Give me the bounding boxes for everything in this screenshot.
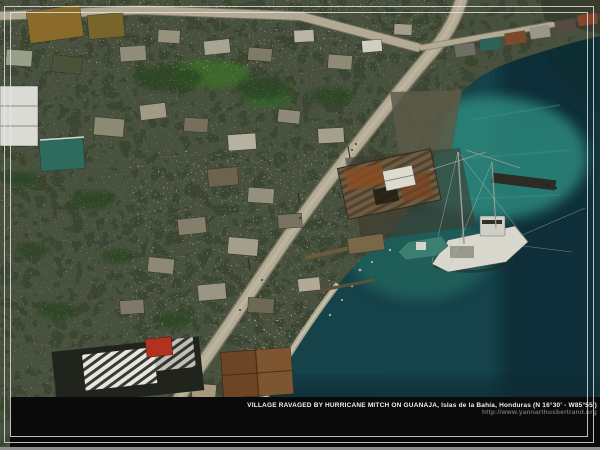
red-roof-house [145,337,173,358]
caption-title: VILLAGE RAVAGED BY HURRICANE MITCH ON GU… [10,402,597,409]
caption-band: VILLAGE RAVAGED BY HURRICANE MITCH ON GU… [10,397,600,447]
wallpaper-canvas: VILLAGE RAVAGED BY HURRICANE MITCH ON GU… [0,0,600,450]
brown-roof-house [220,348,293,399]
caption-credit-url: http://www.yannarthusbertrand.org [10,409,597,416]
aerial-photo [0,0,600,450]
